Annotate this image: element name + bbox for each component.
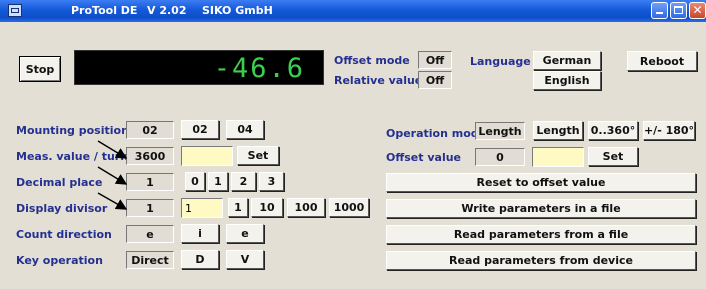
arrow-decimal-place [97, 166, 128, 185]
arrow-meas-value [97, 140, 128, 159]
arrow-display-divisor [97, 192, 128, 210]
annotation-arrows [97, 140, 128, 210]
